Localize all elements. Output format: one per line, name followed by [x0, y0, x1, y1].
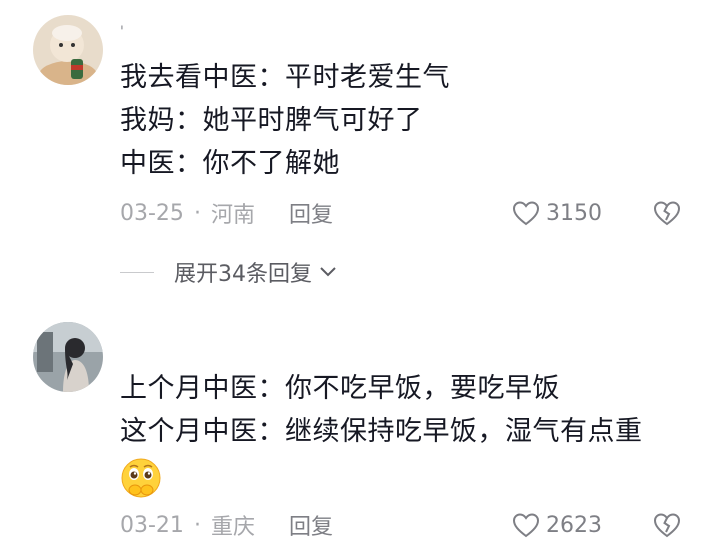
separator-dot: ·	[193, 200, 201, 226]
comment-line: 中医：你不了解她	[120, 148, 340, 179]
comment-location: 河南	[210, 203, 255, 228]
comment-text[interactable]: 上个月中医：你不吃早饭，要吃早饭 这个月中医：继续保持吃早饭，湿气有点重	[120, 367, 643, 453]
heart-outline-icon	[512, 201, 540, 226]
broken-heart-icon[interactable]	[653, 200, 681, 226]
comment-line: 这个月中医：继续保持吃早饭，湿气有点重	[120, 416, 643, 447]
comment-text[interactable]: 我去看中医：平时老爱生气 我妈：她平时脾气可好了 中医：你不了解她	[120, 56, 450, 185]
separator-dot: ·	[193, 512, 201, 538]
reply-button[interactable]: 回复	[289, 197, 333, 229]
pleading-hands-face-emoji	[121, 458, 161, 498]
username[interactable]: '	[120, 24, 124, 40]
broken-heart-icon[interactable]	[653, 512, 681, 538]
avatar[interactable]	[33, 15, 103, 85]
expand-replies-button[interactable]: 展开34条回复	[120, 257, 338, 287]
like-count: 2623	[546, 512, 602, 538]
avatar[interactable]	[33, 322, 103, 392]
like-button[interactable]: 2623	[512, 510, 602, 540]
comment-line: 上个月中医：你不吃早饭，要吃早饭	[120, 373, 560, 404]
comment-date: 03-21	[120, 512, 184, 538]
divider-line	[120, 271, 154, 273]
chevron-down-icon	[320, 267, 336, 277]
expand-replies-label: 展开34条回复	[174, 262, 312, 287]
comment-meta: 03-21 · 重庆 回复	[120, 509, 333, 541]
comment-meta: 03-25 · 河南 回复	[120, 197, 333, 229]
comment-date: 03-25	[120, 200, 184, 226]
comment-line: 我妈：她平时脾气可好了	[120, 105, 423, 136]
heart-outline-icon	[512, 513, 540, 538]
comment-location: 重庆	[210, 515, 255, 540]
reply-button[interactable]: 回复	[289, 509, 333, 541]
like-button[interactable]: 3150	[512, 198, 602, 228]
comment-line: 我去看中医：平时老爱生气	[120, 62, 450, 93]
like-count: 3150	[546, 200, 602, 226]
